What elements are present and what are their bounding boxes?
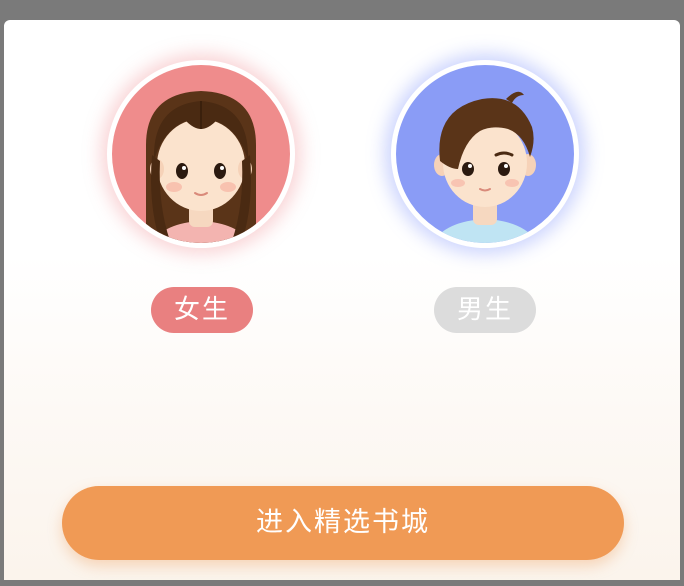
girl-avatar-icon [112,65,290,243]
boy-avatar-icon [396,65,574,243]
female-avatar-option[interactable] [107,60,295,248]
gender-select-panel: 女生 男生 进入精选书城 [4,20,680,580]
male-label-chip[interactable]: 男生 [434,287,536,333]
female-label-chip[interactable]: 女生 [151,287,253,333]
male-avatar-option[interactable] [391,60,579,248]
enter-bookstore-button[interactable]: 进入精选书城 [62,486,624,560]
